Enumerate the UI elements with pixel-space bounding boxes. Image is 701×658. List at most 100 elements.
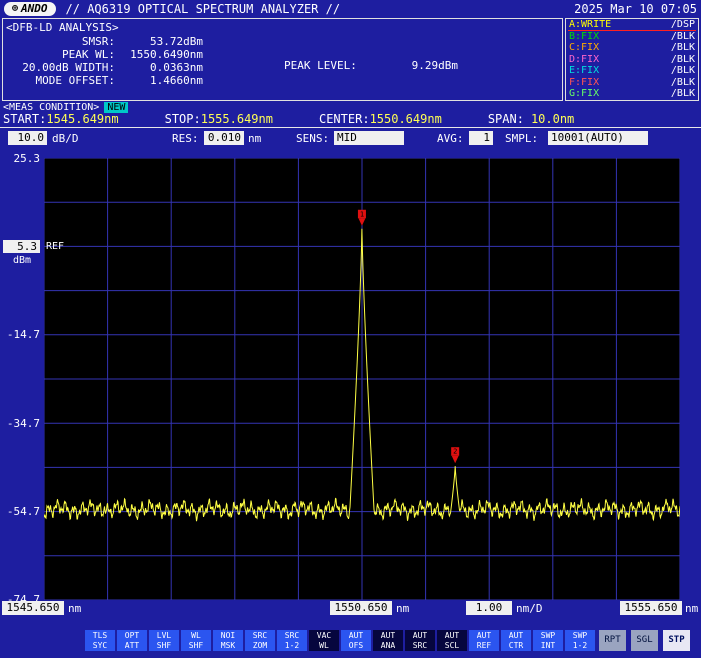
y-axis-label: -54.7 [2, 505, 40, 518]
softkey-vac-wl[interactable]: VACWL [309, 630, 339, 651]
x-axis-center-unit: nm [396, 602, 409, 615]
analysis-row-value: 1.4660nm [115, 74, 203, 87]
softkey-label-line1: SRC [277, 631, 307, 641]
trace-status: /BLK [671, 77, 695, 89]
softkey-wl-shf[interactable]: WLSHF [181, 630, 211, 651]
analysis-row-value: 0.0363nm [115, 61, 203, 74]
softkey-aut-src[interactable]: AUTSRC [405, 630, 435, 651]
sens-value: MID [334, 131, 404, 145]
trace-row-a[interactable]: A:WRITE/DSP [566, 19, 698, 31]
peak-level: PEAK LEVEL: 9.29dBm [284, 59, 458, 72]
sweep-key-rpt[interactable]: RPT [599, 630, 626, 651]
analysis-results: SMSR:53.72dBmPEAK WL:1550.6490nm20.00dB … [3, 35, 203, 87]
trace-row-c[interactable]: C:FIX/BLK [566, 42, 698, 54]
softkey-swp-int[interactable]: SWPINT [533, 630, 563, 651]
softkey-label-line1: VAC [309, 631, 339, 641]
trace-row-g[interactable]: G:FIX/BLK [566, 88, 698, 100]
analysis-header: <DFB-LD ANALYSIS> [3, 19, 562, 34]
analysis-row: MODE OFFSET:1.4660nm [3, 74, 203, 87]
trace-name: C:FIX [569, 42, 599, 54]
trace-row-f[interactable]: F:FIX/BLK [566, 77, 698, 89]
trace-row-b[interactable]: B:FIX/BLK [566, 31, 698, 43]
softkey-label-line1: AUT [501, 631, 531, 641]
trace-row-d[interactable]: D:FIX/BLK [566, 54, 698, 66]
softkey-src-1-2[interactable]: SRC1-2 [277, 630, 307, 651]
y-axis-unit: dBm [13, 255, 31, 266]
softkey-aut-scl[interactable]: AUTSCL [437, 630, 467, 651]
softkey-row: TLSSYCOPTATTLVLSHFWLSHFNOIMSKSRCZOMSRC1-… [85, 630, 595, 651]
softkey-label-line1: OPT [117, 631, 147, 641]
softkey-lvl-shf[interactable]: LVLSHF [149, 630, 179, 651]
ando-logo: ⊕ ANDO [4, 2, 56, 16]
meas-condition-label: <MEAS CONDITION> [3, 102, 99, 113]
softkey-aut-ref[interactable]: AUTREF [469, 630, 499, 651]
softkey-aut-ofs[interactable]: AUTOFS [341, 630, 371, 651]
softkey-label-line2: SYC [85, 641, 115, 651]
softkey-label-line2: OFS [341, 641, 371, 651]
softkey-aut-ctr[interactable]: AUTCTR [501, 630, 531, 651]
sweep-key-group: RPTSGLSTP [599, 630, 690, 651]
softkey-label-line1: AUT [437, 631, 467, 641]
softkey-label-line2: WL [309, 641, 339, 651]
softkey-label-line2: 1-2 [277, 641, 307, 651]
softkey-opt-att[interactable]: OPTATT [117, 630, 147, 651]
analysis-row-value: 1550.6490nm [115, 48, 203, 61]
softkey-swp-1-2[interactable]: SWP1-2 [565, 630, 595, 651]
softkey-label-line2: MSK [213, 641, 243, 651]
osa-screen: ⊕ ANDO // AQ6319 OPTICAL SPECTRUM ANALYZ… [0, 0, 701, 658]
softkey-label-line1: LVL [149, 631, 179, 641]
trace-name: B:FIX [569, 31, 599, 43]
db-per-div-value: 10.0 [8, 131, 47, 145]
softkey-label-line1: AUT [405, 631, 435, 641]
title-bar: ⊕ ANDO // AQ6319 OPTICAL SPECTRUM ANALYZ… [0, 0, 701, 17]
peak-level-label: PEAK LEVEL: [284, 59, 357, 72]
start-value: 1545.649nm [46, 112, 118, 126]
softkey-noi-msk[interactable]: NOIMSK [213, 630, 243, 651]
center-label: CENTER: [319, 112, 370, 126]
softkey-src-zom[interactable]: SRCZOM [245, 630, 275, 651]
softkey-label-line2: 1-2 [565, 641, 595, 651]
softkey-label-line1: AUT [373, 631, 403, 641]
peak-level-value: 9.29dBm [412, 59, 458, 72]
softkey-label-line2: ZOM [245, 641, 275, 651]
ando-logo-icon: ⊕ [12, 4, 18, 14]
dfb-ld-analysis-panel: <DFB-LD ANALYSIS> SMSR:53.72dBmPEAK WL:1… [2, 18, 563, 101]
avg-label: AVG: [437, 132, 464, 145]
sweep-key-stp[interactable]: STP [663, 630, 690, 651]
analysis-row-label: MODE OFFSET: [3, 74, 115, 87]
res-label: RES: [172, 132, 199, 145]
softkey-tls-syc[interactable]: TLSSYC [85, 630, 115, 651]
ando-logo-text: ANDO [21, 2, 48, 15]
trace-name: F:FIX [569, 77, 599, 89]
softkey-label-line1: AUT [341, 631, 371, 641]
softkey-label-line1: SWP [533, 631, 563, 641]
peak-marker-number: 1 [360, 210, 364, 218]
softkey-label-line1: SRC [245, 631, 275, 641]
analysis-row-label: SMSR: [3, 35, 115, 48]
analysis-row-label: 20.00dB WIDTH: [3, 61, 115, 74]
trace-row-e[interactable]: E:FIX/BLK [566, 65, 698, 77]
res-unit: nm [248, 132, 261, 145]
center-value: 1550.649nm [370, 112, 442, 126]
trace-status: /BLK [671, 42, 695, 54]
softkey-label-line2: ANA [373, 641, 403, 651]
trace-name: E:FIX [569, 65, 599, 77]
sweep-key-sgl[interactable]: SGL [631, 630, 658, 651]
analysis-row: 20.00dB WIDTH:0.0363nm [3, 61, 203, 74]
trace-status-panel: A:WRITE/DSPB:FIX/BLKC:FIX/BLKD:FIX/BLKE:… [565, 18, 699, 101]
y-axis-label: -14.7 [2, 328, 40, 341]
x-axis-per-div: 1.00 [466, 601, 512, 615]
trace-status: /BLK [671, 54, 695, 66]
smpl-label: SMPL: [505, 132, 538, 145]
x-axis-start: 1545.650 [2, 601, 64, 615]
sens-label: SENS: [296, 132, 329, 145]
trace-name: A:WRITE [569, 19, 611, 31]
peak-marker-number: 2 [453, 448, 457, 456]
softkey-label-line2: SCL [437, 641, 467, 651]
peak-marker-pointer [358, 218, 365, 226]
softkey-label-line2: INT [533, 641, 563, 651]
x-axis-per-div-unit: nm/D [516, 602, 543, 615]
meas-condition-new-badge: NEW [104, 102, 128, 113]
softkey-aut-ana[interactable]: AUTANA [373, 630, 403, 651]
analysis-row: PEAK WL:1550.6490nm [3, 48, 203, 61]
